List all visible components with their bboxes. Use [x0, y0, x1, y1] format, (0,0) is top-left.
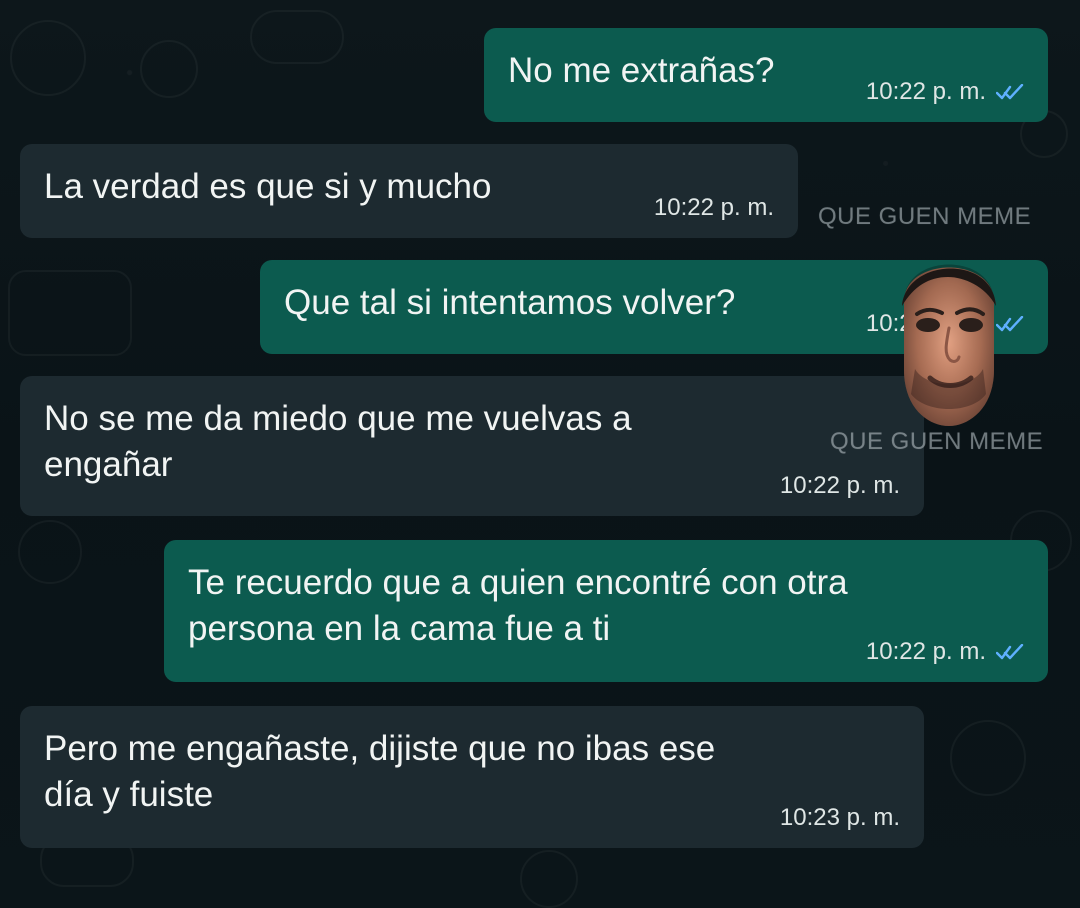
watermark-text: QUE GUEN MEME	[830, 428, 1044, 455]
message-bubble-incoming[interactable]: Pero me engañaste, dijiste que no ibas e…	[20, 706, 924, 848]
message-time: 10:23 p. m.	[779, 804, 900, 831]
message-bubble-incoming[interactable]: La verdad es que si y mucho 10:22 p. m.	[20, 144, 798, 238]
message-text: No se me da miedo que me vuelvas a engañ…	[44, 399, 632, 484]
background-doodle	[950, 720, 1026, 796]
message-time: 10:22 p. m.	[865, 638, 986, 665]
message-meta: 10:22 p. m.	[866, 640, 1024, 664]
background-doodle	[10, 20, 86, 96]
message-meta: 10:22 p. m.	[866, 80, 1024, 104]
message-bubble-outgoing[interactable]: No me extrañas? 10:22 p. m.	[484, 28, 1048, 122]
background-doodle	[8, 270, 132, 356]
message-time: 10:22 p. m.	[865, 78, 986, 105]
background-doodle	[140, 40, 198, 98]
watermark-text: QUE GUEN MEME	[818, 203, 1032, 230]
face-photo-overlay-icon	[868, 232, 1030, 428]
double-check-icon	[996, 84, 1024, 100]
message-time: 10:22 p. m.	[653, 194, 774, 221]
background-doodle	[520, 850, 578, 908]
message-text: Pero me engañaste, dijiste que no ibas e…	[44, 729, 716, 814]
double-check-icon	[996, 644, 1024, 660]
message-meta: 10:22 p. m.	[654, 196, 774, 220]
message-meta: 10:23 p. m.	[780, 806, 900, 830]
message-meta: 10:22 p. m.	[780, 474, 900, 498]
message-time: 10:22 p. m.	[779, 472, 900, 499]
message-bubble-outgoing[interactable]: Te recuerdo que a quien encontré con otr…	[164, 540, 1048, 682]
message-bubble-incoming[interactable]: No se me da miedo que me vuelvas a engañ…	[20, 376, 924, 516]
background-doodle	[250, 10, 344, 64]
chat-screen: No me extrañas? 10:22 p. m. La verdad es…	[0, 0, 1080, 908]
background-doodle	[18, 520, 82, 584]
